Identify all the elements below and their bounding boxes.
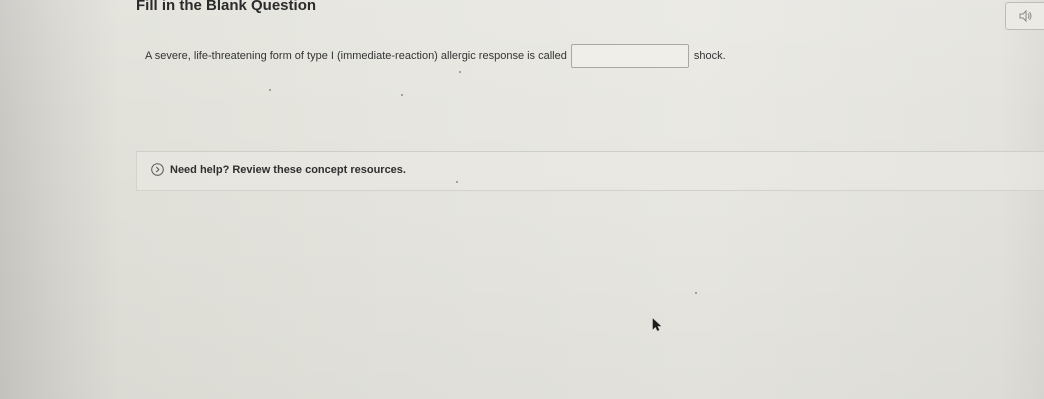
concept-resources-panel: Need help? Review these concept resource… (136, 151, 1044, 191)
speaker-icon (1019, 9, 1032, 23)
chevron-right-circle-icon (151, 163, 164, 176)
read-aloud-button[interactable] (1005, 2, 1044, 30)
answer-blank-input[interactable] (570, 44, 689, 68)
concept-resources-label: Need help? Review these concept resource… (170, 163, 406, 176)
screen-speck (459, 71, 461, 73)
screen-speck (695, 292, 697, 294)
screen-speck (456, 181, 458, 183)
screen-speck (269, 89, 271, 91)
question-prompt: A severe, life-threatening form of type … (145, 50, 567, 62)
screen-speck (401, 94, 403, 96)
question-row: A severe, life-threatening form of type … (145, 43, 726, 69)
question-type-heading: Fill in the Blank Question (136, 0, 317, 14)
question-suffix: shock. (693, 50, 726, 62)
mouse-pointer-icon (652, 318, 662, 331)
concept-resources-toggle[interactable]: Need help? Review these concept resource… (151, 163, 406, 176)
